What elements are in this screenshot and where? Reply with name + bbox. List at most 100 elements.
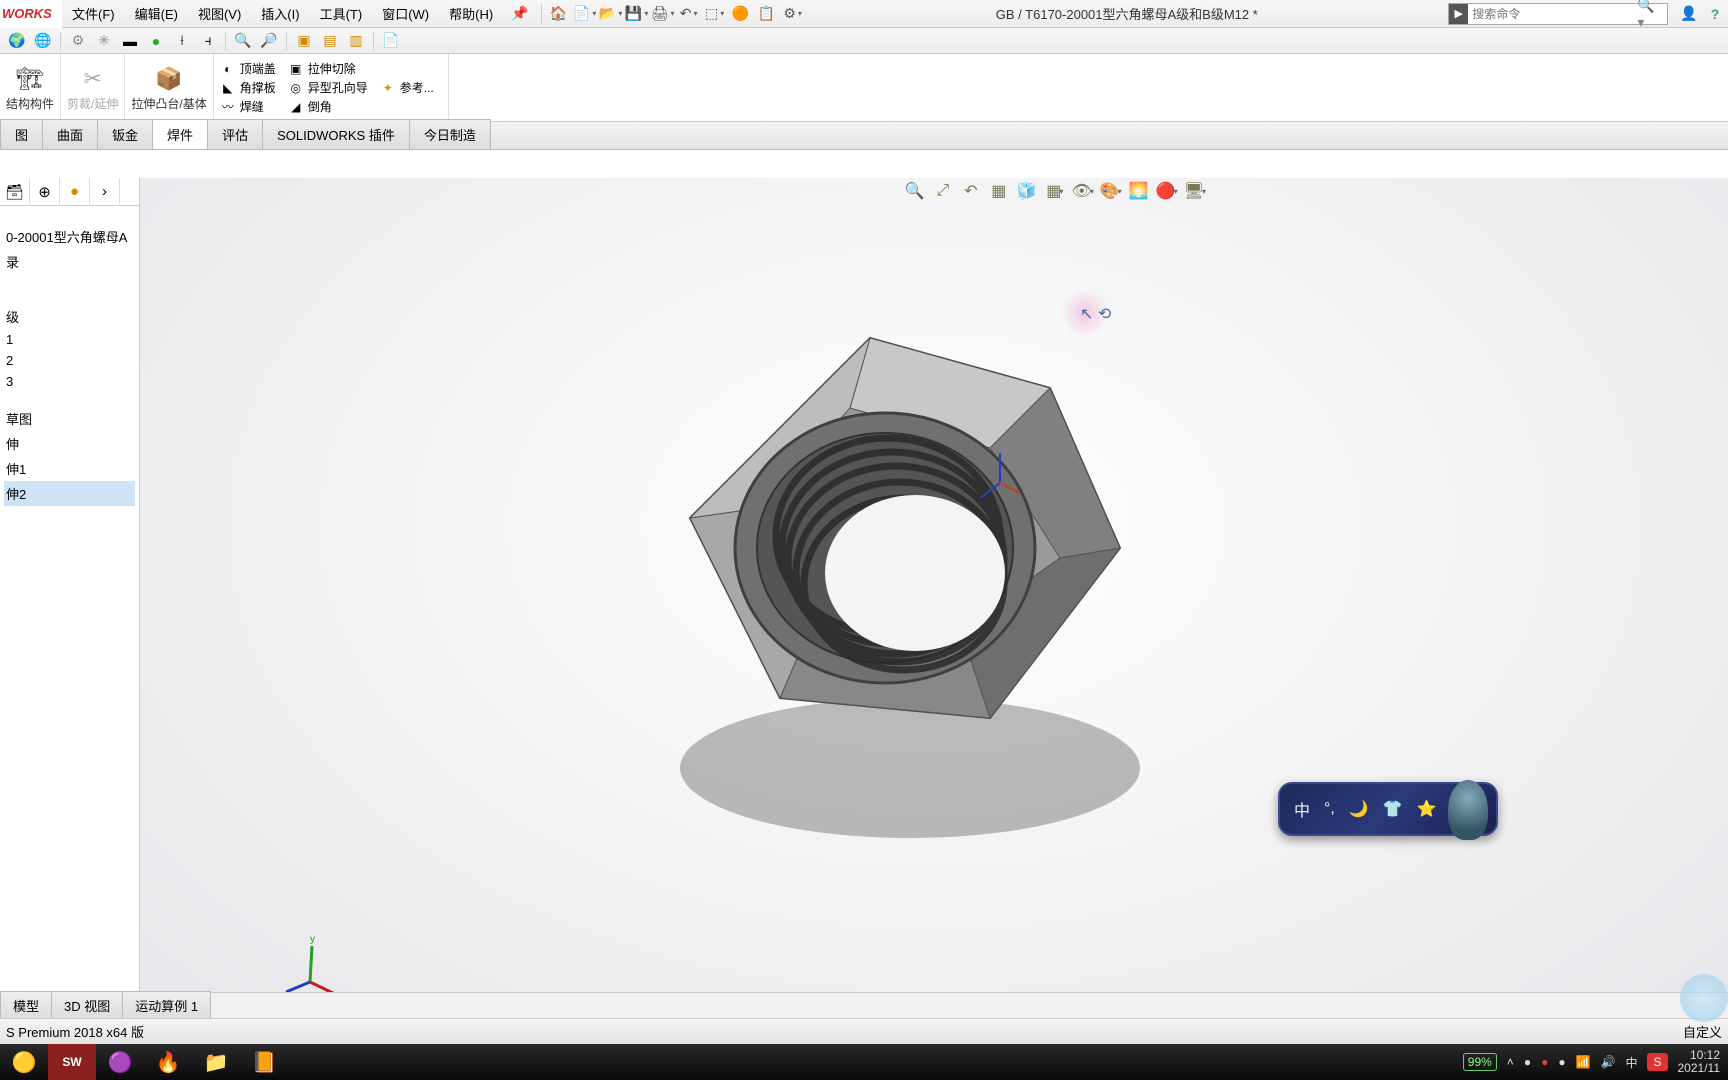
btab-3dview[interactable]: 3D 视图 <box>51 991 123 1020</box>
hide-show-icon[interactable]: 👁▾ <box>1072 180 1094 202</box>
zoom-icon[interactable]: 🔍 <box>232 30 254 52</box>
tray-dot1[interactable]: ● <box>1524 1055 1531 1069</box>
ime-toolbar[interactable]: 中 °, 🌙 👕 ⭐ <box>1278 782 1498 836</box>
zoom-area-icon[interactable]: ⤢ <box>932 180 954 202</box>
app4-icon[interactable]: 🔥 <box>144 1044 192 1080</box>
rebuild-icon[interactable]: 🟠 <box>730 3 752 25</box>
measure-icon[interactable]: ⫞ <box>197 30 219 52</box>
view-orient-icon[interactable]: 🧊 <box>1016 180 1038 202</box>
zoom-fit-icon[interactable]: 🔍 <box>904 180 926 202</box>
solidworks-taskbar-icon[interactable]: SW <box>48 1044 96 1080</box>
dot-icon[interactable]: ● <box>145 30 167 52</box>
menu-file[interactable]: 文件(F) <box>62 0 125 27</box>
print-icon[interactable]: 🖨▾ <box>652 3 674 25</box>
tray-dot3[interactable]: ● <box>1558 1055 1565 1069</box>
gear-icon[interactable]: ⚙ <box>67 30 89 52</box>
ribbon-extrude[interactable]: 📦 拉伸凸台/基体 <box>125 54 213 121</box>
tab-0[interactable]: 图 <box>0 119 43 149</box>
tree-item-selected[interactable]: 伸2 <box>4 481 135 506</box>
feature-tree[interactable]: 0-20001型六角螺母A 录 级 1 2 3 草图 伸 伸1 伸2 <box>0 216 139 514</box>
pin-icon[interactable]: 📌 <box>503 5 536 22</box>
model-nut[interactable] <box>620 298 1240 858</box>
btab-motion[interactable]: 运动算例 1 <box>122 991 211 1020</box>
beam-icon[interactable]: ▬ <box>119 30 141 52</box>
menu-help[interactable]: 帮助(H) <box>439 0 503 27</box>
help-icon[interactable]: ? <box>1704 3 1726 25</box>
dim-icon[interactable]: ⟊ <box>171 30 193 52</box>
section-icon[interactable]: ▦ <box>988 180 1010 202</box>
tab-2[interactable]: 钣金 <box>97 119 153 149</box>
app6-icon[interactable]: 📙 <box>240 1044 288 1080</box>
cap1-icon[interactable]: ▣ <box>293 30 315 52</box>
scene-icon[interactable]: 🌅 <box>1128 180 1150 202</box>
command-search[interactable]: ▶ 🔍▾ <box>1448 3 1668 25</box>
chamfer[interactable]: ◢倒角 <box>288 98 368 115</box>
end-cap[interactable]: ◐顶端盖 <box>220 60 276 77</box>
appearance-tab-icon[interactable]: ● <box>60 178 90 206</box>
ime-symbol-icon[interactable]: °, <box>1324 800 1335 818</box>
menu-tools[interactable]: 工具(T) <box>310 0 373 27</box>
report-icon[interactable]: 📄 <box>380 30 402 52</box>
explorer-icon[interactable]: 📁 <box>192 1044 240 1080</box>
tree-item[interactable]: 伸 <box>4 431 135 456</box>
ribbon-structural[interactable]: 🏗 结构构件 <box>0 54 61 121</box>
save-icon[interactable]: 💾▾ <box>626 3 648 25</box>
tab-3[interactable]: 焊件 <box>152 119 208 149</box>
prev-view-icon[interactable]: ↶ <box>960 180 982 202</box>
status-custom[interactable]: 自定义 <box>1683 1022 1722 1041</box>
find-icon[interactable]: 🔎 <box>258 30 280 52</box>
viewport[interactable]: 🔍 ⤢ ↶ ▦ 🧊 ▦▾ 👁▾ 🎨▾ 🌅 🔴▾ 🖥▾ ↖ ⟲ <box>140 178 1728 1048</box>
ime-shirt-icon[interactable]: 👕 <box>1383 799 1403 819</box>
display-style-icon[interactable]: ▦▾ <box>1044 180 1066 202</box>
search-input[interactable] <box>1468 7 1631 21</box>
ime-lang[interactable]: 中 <box>1294 797 1310 821</box>
options-icon[interactable]: 📋 <box>756 3 778 25</box>
search-icon[interactable]: 🔍▾ <box>1631 0 1667 31</box>
tab-4[interactable]: 评估 <box>207 119 263 149</box>
ime-star-icon[interactable]: ⭐ <box>1417 799 1437 819</box>
menu-window[interactable]: 窗口(W) <box>372 0 439 27</box>
battery-icon[interactable]: 99% <box>1463 1053 1497 1071</box>
tree-tab-icon[interactable]: 🗃 <box>0 178 30 206</box>
tab-6[interactable]: 今日制造 <box>409 119 491 149</box>
render-icon[interactable]: 🔴▾ <box>1156 180 1178 202</box>
btab-model[interactable]: 模型 <box>0 991 52 1020</box>
tree-item[interactable]: 1 <box>4 329 135 350</box>
menu-view[interactable]: 视图(V) <box>188 0 251 27</box>
undo-icon[interactable]: ↶▾ <box>678 3 700 25</box>
tree-item[interactable]: 伸1 <box>4 456 135 481</box>
ribbon-trim[interactable]: ✂ 剪裁/延伸 <box>61 54 125 121</box>
tree-root[interactable]: 0-20001型六角螺母A <box>4 224 135 249</box>
chrome-icon[interactable]: 🟡 <box>0 1044 48 1080</box>
wifi-icon[interactable]: 📶 <box>1576 1055 1591 1069</box>
gusset[interactable]: ◣角撑板 <box>220 79 276 96</box>
cap2-icon[interactable]: ▤ <box>319 30 341 52</box>
volume-icon[interactable]: 🔊 <box>1601 1055 1616 1069</box>
tree-item[interactable]: 3 <box>4 371 135 392</box>
tray-dot2[interactable]: ● <box>1541 1055 1548 1069</box>
clock[interactable]: 10:12 2021/11 <box>1678 1049 1721 1075</box>
gear2-icon[interactable]: ✳ <box>93 30 115 52</box>
config-tab-icon[interactable]: ⊕ <box>30 178 60 206</box>
sogou-icon[interactable]: S <box>1647 1053 1667 1071</box>
tree-item[interactable]: 级 <box>4 304 135 329</box>
tab-5[interactable]: SOLIDWORKS 插件 <box>262 119 410 149</box>
weld-bead[interactable]: 〰焊缝 <box>220 98 276 115</box>
globe2-icon[interactable]: 🌐 <box>32 30 54 52</box>
tree-item[interactable]: 草图 <box>4 406 135 431</box>
display-icon[interactable]: 🖥▾ <box>1184 180 1206 202</box>
world-icon[interactable]: 🌍 <box>6 30 28 52</box>
select-icon[interactable]: ⬚▾ <box>704 3 726 25</box>
ime-tray[interactable]: 中 <box>1625 1054 1637 1071</box>
appearance-icon[interactable]: 🎨▾ <box>1100 180 1122 202</box>
settings-icon[interactable]: ⚙▾ <box>782 3 804 25</box>
tab-1[interactable]: 曲面 <box>42 119 98 149</box>
menu-edit[interactable]: 编辑(E) <box>125 0 188 27</box>
tree-line2[interactable]: 录 <box>4 249 135 274</box>
home-icon[interactable]: 🏠 <box>548 3 570 25</box>
ribbon-ref[interactable]: ✦参考... <box>374 54 449 121</box>
tree-item[interactable]: 2 <box>4 350 135 371</box>
ime-moon-icon[interactable]: 🌙 <box>1349 799 1369 819</box>
user-icon[interactable]: 👤 <box>1678 3 1700 25</box>
hole-wizard[interactable]: ◎异型孔向导 <box>288 79 368 96</box>
